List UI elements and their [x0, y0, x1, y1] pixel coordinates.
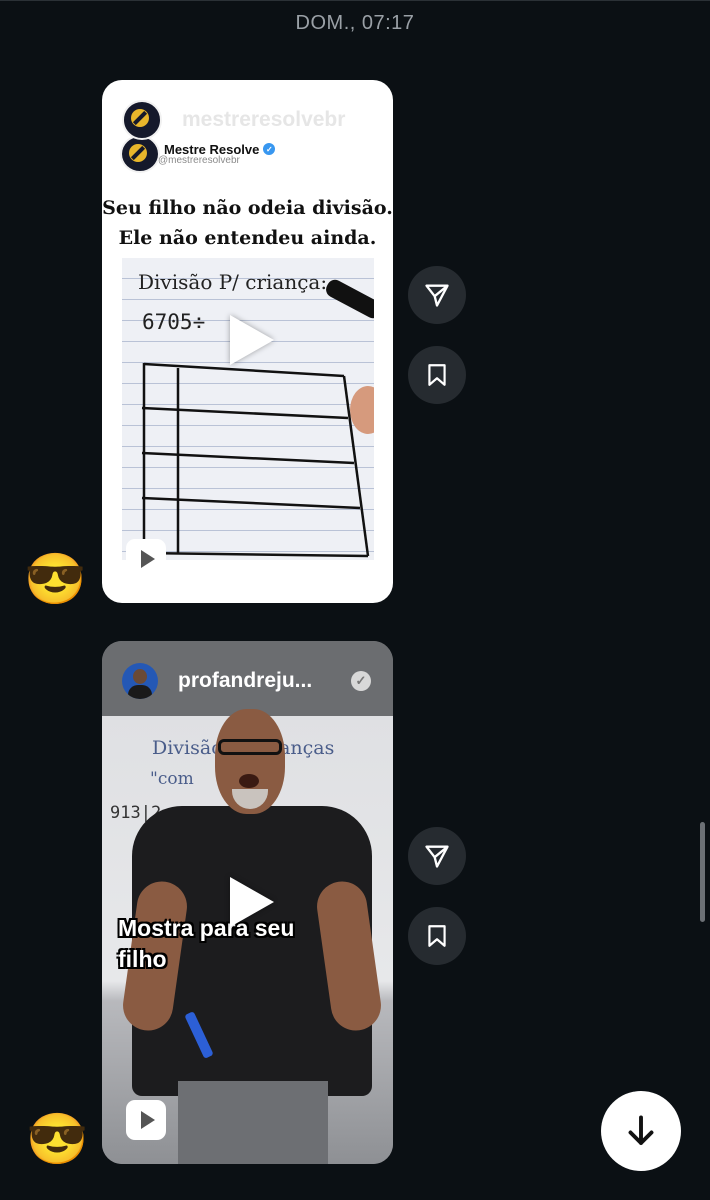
reel-header: profandreju... ✓ — [102, 641, 393, 721]
caption-line-2: filho — [118, 946, 167, 972]
scrollbar[interactable] — [700, 822, 705, 922]
reel-icon — [126, 539, 166, 579]
share-button[interactable] — [408, 266, 466, 324]
save-button[interactable] — [408, 346, 466, 404]
top-edge — [0, 0, 710, 9]
sender-username[interactable]: mestreresolvebr — [182, 108, 372, 132]
shared-reel-card-1[interactable]: mestreresolvebr Mestre Resolve ✓ @mestre… — [102, 80, 393, 603]
paper-plane-icon — [425, 845, 449, 868]
play-icon[interactable] — [224, 313, 274, 367]
post-headline: Seu filho não odeia divisão. Ele não ent… — [102, 193, 393, 253]
shared-reel-card-2[interactable]: Divisão p/ crianças "com 913|2 profandre… — [102, 641, 393, 1164]
message-timestamp: DOM., 07:17 — [295, 12, 415, 34]
sender-avatar[interactable] — [122, 100, 162, 140]
headline-line-1: Seu filho não odeia divisão. — [102, 197, 393, 219]
headline-line-2: Ele não entendeu ainda. — [118, 227, 377, 249]
play-icon[interactable] — [224, 875, 274, 929]
paper-plane-icon — [425, 284, 449, 307]
video-thumbnail: Divisão P/ criança: 6705÷ — [122, 258, 374, 560]
reaction-emoji-1[interactable]: 😎 — [24, 550, 86, 608]
save-button[interactable] — [408, 907, 466, 965]
reel-icon — [126, 1100, 166, 1140]
share-button[interactable] — [408, 827, 466, 885]
verified-icon: ✓ — [351, 671, 371, 691]
reaction-emoji-2[interactable]: 😎 — [26, 1110, 88, 1168]
presenter-pants — [178, 1081, 328, 1164]
sender-avatar[interactable] — [122, 663, 158, 699]
whiteboard-line-2: "com — [150, 769, 194, 789]
reel-header: mestreresolvebr — [102, 80, 393, 160]
glasses — [218, 739, 282, 755]
bookmark-icon — [428, 364, 446, 386]
arrow-down-icon — [628, 1115, 654, 1145]
division-grid — [141, 362, 370, 558]
bookmark-icon — [428, 925, 446, 947]
scroll-to-bottom-button[interactable] — [601, 1091, 681, 1171]
mouth — [239, 774, 259, 788]
sender-username[interactable]: profandreju... — [178, 669, 312, 693]
